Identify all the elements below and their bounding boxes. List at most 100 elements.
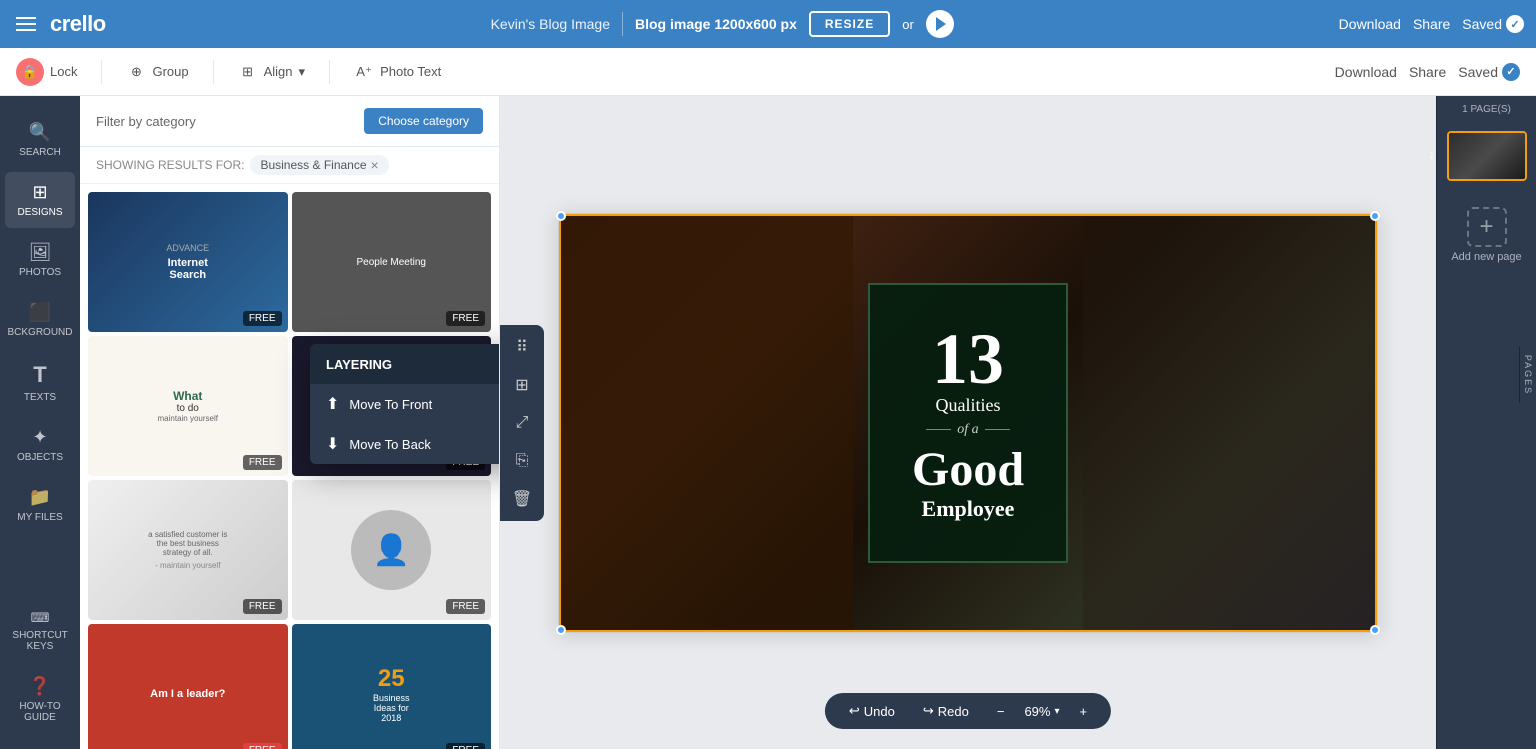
toolbar-right: Download Share Saved ✓ [1335,63,1520,81]
free-badge-5: FREE [243,599,282,614]
move-to-back-item[interactable]: ⬇ Move To Back [310,424,500,464]
page-thumb-content [1449,133,1525,179]
undo-button[interactable]: ↩ Undo [841,699,903,723]
canvas: 13 Qualities of a Good Employee [558,213,1378,633]
card-good: Good [912,444,1024,497]
download-button[interactable]: Download [1339,16,1401,32]
toolbar-check-circle: ✓ [1502,63,1520,81]
tag-close-button[interactable]: × [371,157,379,173]
move-back-icon: ⬇ [326,434,339,454]
template-card-5[interactable]: a satisfied customer isthe best business… [88,480,288,620]
move-front-label: Move To Front [349,397,432,412]
group-tool[interactable]: ⊕ Group [126,62,188,82]
add-page-button[interactable]: + Add new page [1441,197,1531,273]
template-card-8[interactable]: 25 BusinessIdeas for2018 FREE [292,624,492,749]
card-employee: Employee [922,496,1015,522]
sidebar-howto-label: HOW-TO GUIDE [13,701,67,723]
sidebar-objects-label: OBJECTS [17,452,63,463]
or-text: or [902,17,914,32]
zoom-in-button[interactable]: + [1072,700,1096,723]
right-sidebar: 1 PAGE(S) 1 + Add new page PAGES [1436,96,1536,749]
sidebar: 🔍 SEARCH ⊞ DESIGNS 🖼 PHOTOS ⬛ BCKGROUND … [0,96,80,749]
undo-label: Undo [864,704,895,719]
template-card-3[interactable]: What to do maintain yourself FREE [88,336,288,476]
zoom-display[interactable]: 69% ▾ [1024,704,1059,719]
texts-icon: T [33,362,46,388]
sidebar-myfiles-label: MY FILES [17,512,62,523]
background-icon: ⬛ [29,302,51,323]
results-label: SHOWING RESULTS FOR: [96,158,244,172]
designs-panel: Filter by category Choose category SHOWI… [80,96,500,749]
toolbar: 🔒 Lock ⊕ Group ⊞ Align ▾ A⁺ Photo Text D… [0,48,1536,96]
toolbar-download-button[interactable]: Download [1335,64,1397,80]
layering-popup: LAYERING ▶ ⬆ Move To Front ⬇ Move To Bac… [310,344,500,464]
page-thumbnail-1[interactable] [1447,131,1527,181]
redo-icon: ↪ [923,703,934,719]
lock-tool[interactable]: 🔒 Lock [16,58,77,86]
main: 🔍 SEARCH ⊞ DESIGNS 🖼 PHOTOS ⬛ BCKGROUND … [0,96,1536,749]
filter-label: Filter by category [96,114,196,129]
template-card-2[interactable]: People Meeting FREE [292,192,492,332]
sidebar-item-search[interactable]: 🔍 SEARCH [5,112,75,168]
bottom-bar: ↩ Undo ↪ Redo − 69% ▾ + [825,693,1111,729]
template-card-1[interactable]: ADVANCE InternetSearch FREE [88,192,288,332]
sidebar-item-myfiles[interactable]: 📁 MY FILES [5,477,75,533]
zoom-out-button[interactable]: − [989,700,1013,723]
panel-header: Filter by category Choose category [80,96,499,147]
redo-button[interactable]: ↪ Redo [915,699,977,723]
sidebar-item-howto[interactable]: ❓ HOW-TO GUIDE [5,666,75,733]
add-page-label: Add new page [1451,251,1521,263]
choose-category-button[interactable]: Choose category [364,108,483,134]
play-button[interactable] [926,10,954,38]
check-circle: ✓ [1506,15,1524,33]
resize-button[interactable]: RESIZE [809,11,890,37]
align-tool[interactable]: ⊞ Align ▾ [238,62,305,82]
photo-text-tool[interactable]: A⁺ Photo Text [354,62,441,82]
sidebar-item-background[interactable]: ⬛ BCKGROUND [5,292,75,348]
share-button[interactable]: Share [1413,16,1450,32]
saved-label: Saved [1462,16,1502,32]
move-tool[interactable]: ⠿ [504,329,540,365]
layering-title: LAYERING ▶ [310,344,500,384]
sidebar-photos-label: PHOTOS [19,267,61,278]
shortcut-icon: ⌨ [31,610,50,626]
undo-icon: ↩ [849,703,860,719]
sidebar-item-objects[interactable]: ✦ OBJECTS [5,417,75,473]
saved-badge: Saved ✓ [1462,15,1524,33]
photos-icon: 🖼 [29,242,52,263]
sidebar-item-designs[interactable]: ⊞ DESIGNS [5,172,75,228]
search-icon: 🔍 [29,122,51,143]
canvas-area: ⠿ ⊞ ⤢ ⎘ 🗑 13 Qualities [500,96,1436,749]
copy-tool[interactable]: ⎘ [504,443,540,479]
sidebar-item-texts[interactable]: T TEXTS [5,352,75,413]
sidebar-item-shortcut-keys[interactable]: ⌨ SHORTCUT KEYS [5,600,75,662]
zoom-arrow: ▾ [1054,706,1059,717]
hamburger-button[interactable] [12,13,40,35]
delete-tool[interactable]: 🗑 [504,481,540,517]
toolbar-separator [101,60,102,84]
align-arrow: ▾ [299,64,306,80]
pages-tab[interactable]: PAGES [1519,346,1536,402]
layers-tool[interactable]: ⊞ [504,367,540,403]
header-divider [622,12,623,36]
align-label: Align [264,64,293,79]
sidebar-designs-label: DESIGNS [17,207,62,218]
howto-icon: ❓ [29,676,51,697]
add-page-icon: + [1467,207,1507,247]
resize-tool[interactable]: ⤢ [504,405,540,441]
header-right: Download Share Saved ✓ [1339,15,1524,33]
lock-icon[interactable]: 🔒 [16,58,44,86]
free-badge-2: FREE [446,311,485,326]
template-card-6[interactable]: 👤 FREE [292,480,492,620]
tool-panel: ⠿ ⊞ ⤢ ⎘ 🗑 [500,325,544,521]
toolbar-share-button[interactable]: Share [1409,64,1446,80]
card-qualities: Qualities [936,395,1001,416]
sidebar-item-photos[interactable]: 🖼 PHOTOS [5,232,75,288]
card-number: 13 [932,323,1004,395]
myfiles-icon: 📁 [29,487,51,508]
template-card-7[interactable]: Am I a leader? FREE [88,624,288,749]
free-badge-3: FREE [243,455,282,470]
toolbar-separator-2 [213,60,214,84]
free-badge-7: FREE [243,743,282,749]
move-to-front-item[interactable]: ⬆ Move To Front [310,384,500,424]
